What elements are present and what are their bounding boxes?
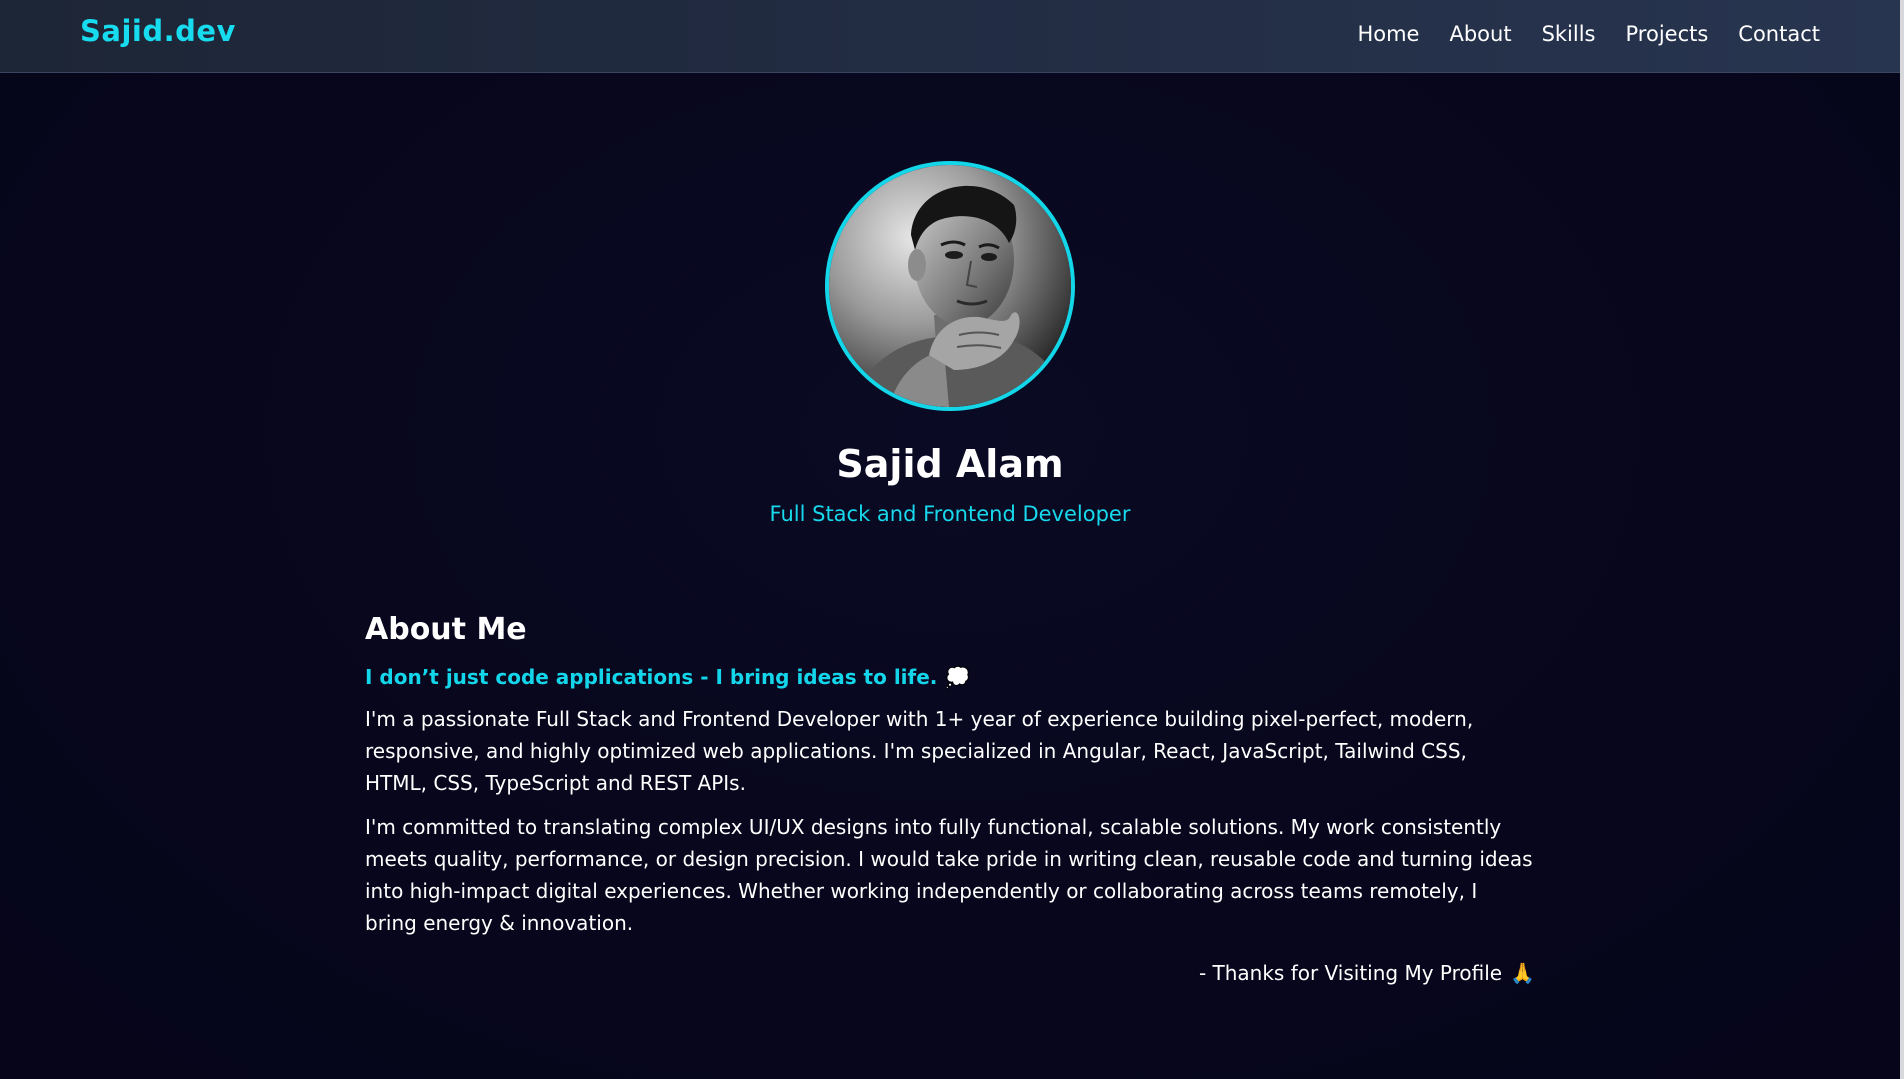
page: Sajid.dev Home About Skills Projects Con… <box>0 0 1904 1079</box>
folded-hands-icon: 🙏 <box>1510 961 1535 985</box>
nav-links: Home About Skills Projects Contact <box>1357 22 1820 46</box>
thanks-text: - Thanks for Visiting My Profile <box>1198 961 1503 985</box>
profile-photo-icon <box>829 165 1071 407</box>
thought-bubble-icon: 💭 <box>945 665 971 689</box>
nav-link-home[interactable]: Home <box>1357 22 1419 46</box>
about-section: About Me I don’t just code applications … <box>365 612 1535 985</box>
profile-avatar <box>825 161 1075 411</box>
nav-link-about[interactable]: About <box>1449 22 1511 46</box>
about-paragraph-2: I'm committed to translating complex UI/… <box>365 815 1533 935</box>
nav-link-contact[interactable]: Contact <box>1738 22 1820 46</box>
top-navbar: Sajid.dev Home About Skills Projects Con… <box>0 0 1900 73</box>
about-tagline: I don’t just code applications - I bring… <box>365 665 1535 689</box>
about-paragraph-1: I'm a passionate Full Stack and Frontend… <box>365 707 1474 795</box>
about-tagline-text: I don’t just code applications - I bring… <box>365 665 938 689</box>
profile-name: Sajid Alam <box>836 442 1064 486</box>
about-title: About Me <box>365 612 527 647</box>
nav-link-skills[interactable]: Skills <box>1542 22 1596 46</box>
profile-role: Full Stack and Frontend Developer <box>769 502 1131 526</box>
vertical-scrollbar[interactable] <box>1900 0 1904 1079</box>
thanks-note: - Thanks for Visiting My Profile 🙏 <box>365 961 1535 985</box>
nav-link-projects[interactable]: Projects <box>1626 22 1709 46</box>
brand-logo-link[interactable]: Sajid.dev <box>80 14 236 48</box>
